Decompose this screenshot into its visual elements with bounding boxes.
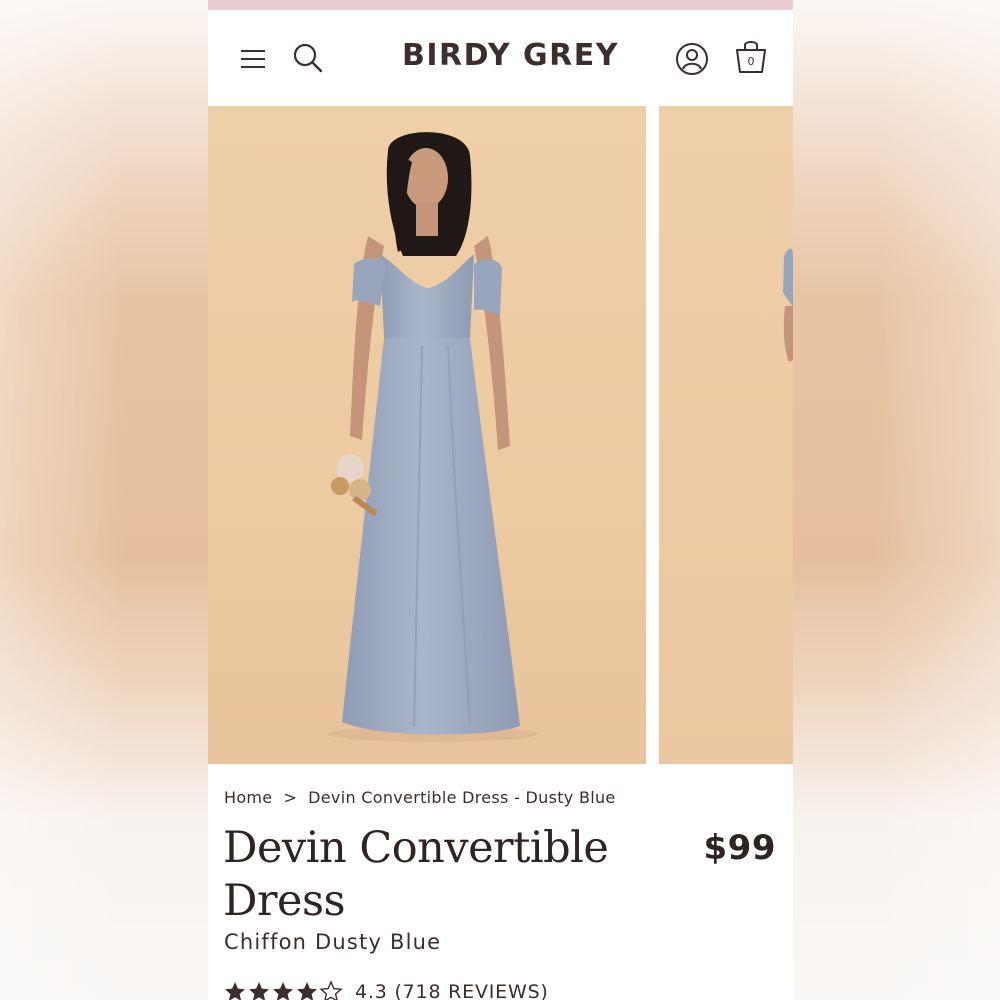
star-icon: [273, 982, 293, 1000]
promo-bar: [208, 0, 793, 10]
star-icon: [225, 982, 245, 1000]
menu-icon[interactable]: [236, 42, 270, 76]
breadcrumb-current: Devin Convertible Dress - Dusty Blue: [308, 788, 616, 807]
product-rating[interactable]: 4.3 (718 REVIEWS): [223, 978, 549, 1000]
star-icon: [249, 982, 269, 1000]
product-title: Devin Convertible Dress: [223, 823, 609, 926]
rating-stars: [223, 980, 343, 1000]
account-icon[interactable]: [674, 41, 710, 77]
breadcrumb-separator: >: [283, 788, 298, 807]
breadcrumb: Home > Devin Convertible Dress - Dusty Blu…: [224, 788, 616, 807]
product-gallery[interactable]: [208, 106, 793, 764]
breadcrumb-home-link[interactable]: Home: [224, 788, 272, 807]
blurred-background-left: [0, 0, 208, 1000]
product-variant: Chiffon Dusty Blue: [224, 930, 442, 954]
shopping-bag-icon[interactable]: 0: [734, 37, 768, 77]
search-icon[interactable]: [290, 40, 326, 76]
cart-count-badge: 0: [747, 55, 755, 68]
product-photo-next[interactable]: [659, 106, 793, 764]
star-icon: [297, 982, 317, 1000]
rating-summary[interactable]: 4.3 (718 REVIEWS): [355, 981, 549, 1000]
product-photo-front[interactable]: [208, 106, 646, 764]
phone-screen: BIRDY GREY 0 Home > Devin Convertible Dr…: [208, 0, 793, 1000]
brand-logo[interactable]: BIRDY GREY: [358, 38, 663, 73]
star-outline-icon: [319, 980, 343, 1000]
product-price: $99: [703, 828, 776, 868]
site-header: BIRDY GREY 0: [208, 10, 793, 106]
blurred-background-right: [793, 0, 1000, 1000]
